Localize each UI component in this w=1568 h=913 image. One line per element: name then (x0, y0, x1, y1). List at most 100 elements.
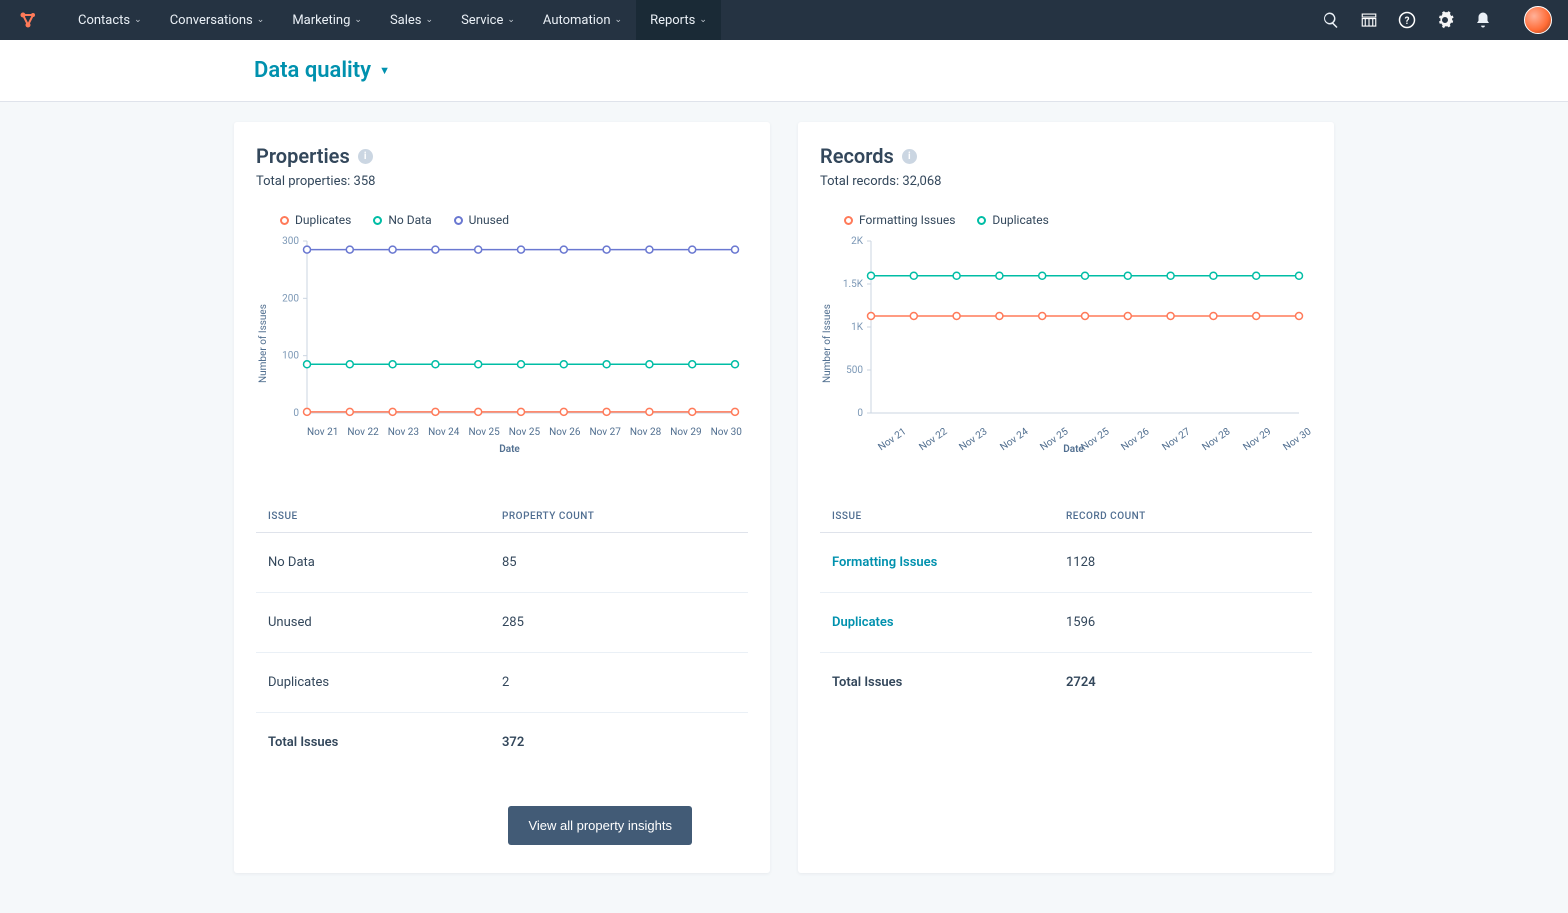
x-tick-label: Nov 30 (711, 427, 742, 438)
content: Properties i Total properties: 358 Dupli… (234, 102, 1334, 913)
info-icon[interactable]: i (902, 149, 917, 164)
chevron-down-icon: ⌄ (354, 15, 362, 25)
table-row[interactable]: Formatting Issues1128 (820, 533, 1312, 593)
records-title-text: Records (820, 144, 894, 168)
nav-item-conversations[interactable]: Conversations⌄ (156, 0, 279, 40)
total-issues-value: 2724 (1066, 675, 1300, 690)
svg-text:2K: 2K (851, 236, 864, 247)
page-title[interactable]: Data quality (254, 58, 371, 83)
legend-label: No Data (388, 213, 431, 227)
total-issues-label: Total Issues (268, 735, 502, 750)
legend-marker-icon (977, 216, 986, 225)
x-tick-label: Nov 27 (590, 427, 621, 438)
help-icon[interactable]: ? (1398, 11, 1416, 29)
th-issue: ISSUE (268, 511, 502, 522)
search-icon[interactable] (1322, 11, 1340, 29)
row-count: 85 (502, 555, 736, 570)
legend-marker-icon (844, 216, 853, 225)
chevron-down-icon: ⌄ (699, 15, 707, 25)
properties-total: Total properties: 358 (256, 174, 748, 189)
gear-icon[interactable] (1436, 11, 1454, 29)
records-total: Total records: 32,068 (820, 174, 1312, 189)
x-tick-label: Nov 23 (388, 427, 419, 438)
nav-item-automation[interactable]: Automation⌄ (529, 0, 636, 40)
records-table: ISSUE RECORD COUNT Formatting Issues1128… (820, 501, 1312, 712)
legend-marker-icon (373, 216, 382, 225)
svg-text:1.5K: 1.5K (843, 279, 864, 290)
row-count: 1128 (1066, 555, 1300, 570)
x-axis-label: Date (271, 444, 748, 455)
svg-text:300: 300 (282, 236, 299, 247)
legend-label: Duplicates (992, 213, 1048, 227)
legend-item[interactable]: Duplicates (977, 213, 1048, 227)
legend-label: Formatting Issues (859, 213, 955, 227)
legend-marker-icon (454, 216, 463, 225)
x-tick-label: Nov 26 (549, 427, 580, 438)
nav-item-sales[interactable]: Sales⌄ (376, 0, 447, 40)
row-count: 2 (502, 675, 736, 690)
nav-item-marketing[interactable]: Marketing⌄ (278, 0, 376, 40)
records-card: Records i Total records: 32,068 Formatti… (798, 122, 1334, 873)
legend-marker-icon (280, 216, 289, 225)
chevron-down-icon: ⌄ (507, 15, 515, 25)
x-tick-label: Nov 21 (307, 427, 338, 438)
th-count: RECORD COUNT (1066, 511, 1300, 522)
records-chart: Number of Issues 05001K1.5K2K Nov 21Nov … (820, 233, 1312, 455)
row-count: 1596 (1066, 615, 1300, 630)
x-axis-label: Date (835, 444, 1312, 455)
svg-text:200: 200 (282, 293, 299, 304)
legend-item[interactable]: Unused (454, 213, 509, 227)
records-legend: Formatting Issues Duplicates (844, 213, 1312, 227)
th-issue: ISSUE (832, 511, 1066, 522)
svg-text:100: 100 (282, 351, 299, 362)
hubspot-logo-icon[interactable] (16, 8, 40, 32)
view-all-property-insights-button[interactable]: View all property insights (508, 806, 692, 845)
table-row[interactable]: Duplicates1596 (820, 593, 1312, 653)
nav-item-reports[interactable]: Reports⌄ (636, 0, 721, 40)
nav-item-service[interactable]: Service⌄ (447, 0, 529, 40)
row-issue-label[interactable]: Formatting Issues (832, 555, 1066, 570)
top-nav: Contacts⌄Conversations⌄Marketing⌄Sales⌄S… (0, 0, 1568, 40)
legend-item[interactable]: No Data (373, 213, 431, 227)
svg-text:0: 0 (293, 408, 299, 419)
total-issues-label: Total Issues (832, 675, 1066, 690)
legend-label: Unused (469, 213, 509, 227)
properties-title: Properties i (256, 144, 748, 168)
bell-icon[interactable] (1474, 11, 1492, 29)
legend-item[interactable]: Duplicates (280, 213, 351, 227)
properties-title-text: Properties (256, 144, 350, 168)
x-tick-label: Nov 28 (630, 427, 661, 438)
subheader: Data quality ▼ (0, 40, 1568, 102)
svg-text:0: 0 (857, 408, 863, 419)
info-icon[interactable]: i (358, 149, 373, 164)
total-issues-value: 372 (502, 735, 736, 750)
properties-chart: Number of Issues 0100200300 Nov 21Nov 22… (256, 233, 748, 455)
table-row: Unused285 (256, 593, 748, 653)
row-count: 285 (502, 615, 736, 630)
y-axis-label: Number of Issues (820, 233, 835, 455)
chevron-down-icon: ⌄ (615, 15, 623, 25)
row-issue-label[interactable]: Duplicates (832, 615, 1066, 630)
x-tick-label: Nov 25 (509, 427, 540, 438)
table-row: No Data85 (256, 533, 748, 593)
x-tick-label: Nov 24 (428, 427, 459, 438)
svg-text:500: 500 (846, 365, 863, 376)
legend-label: Duplicates (295, 213, 351, 227)
marketplace-icon[interactable] (1360, 11, 1378, 29)
chevron-down-icon: ⌄ (257, 15, 265, 25)
properties-card: Properties i Total properties: 358 Dupli… (234, 122, 770, 873)
chevron-down-icon: ⌄ (134, 15, 142, 25)
nav-items: Contacts⌄Conversations⌄Marketing⌄Sales⌄S… (64, 0, 721, 40)
nav-item-contacts[interactable]: Contacts⌄ (64, 0, 156, 40)
x-tick-label: Nov 22 (347, 427, 378, 438)
row-issue-label: No Data (268, 555, 502, 570)
table-row: Duplicates2 (256, 653, 748, 713)
legend-item[interactable]: Formatting Issues (844, 213, 955, 227)
caret-down-icon[interactable]: ▼ (379, 64, 390, 77)
th-count: PROPERTY COUNT (502, 511, 736, 522)
row-issue-label: Unused (268, 615, 502, 630)
records-title: Records i (820, 144, 1312, 168)
avatar[interactable] (1524, 6, 1552, 34)
nav-right: ? (1322, 6, 1552, 34)
svg-text:1K: 1K (851, 322, 864, 333)
